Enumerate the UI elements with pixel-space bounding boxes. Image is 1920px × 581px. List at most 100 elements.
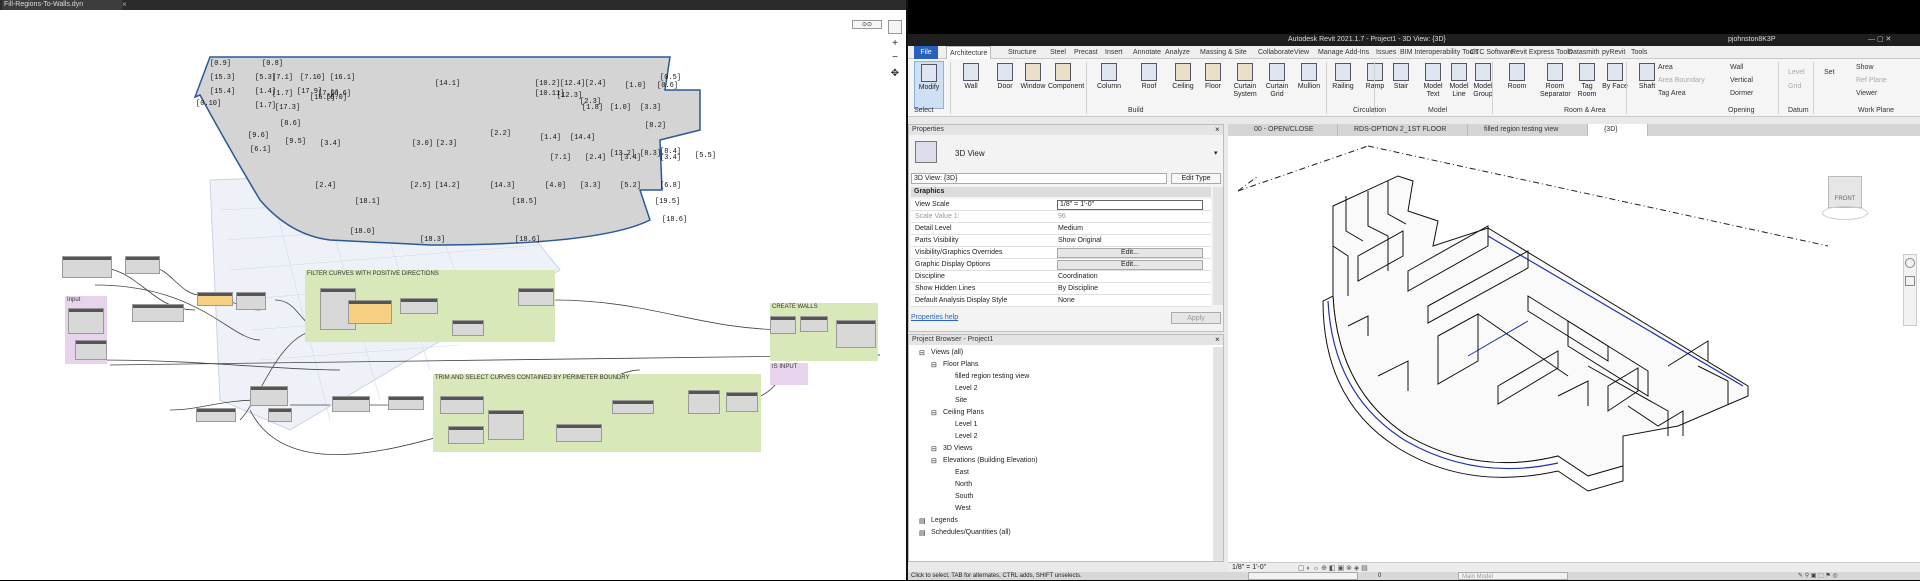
user-name[interactable]: pjohnston8K3P xyxy=(1728,34,1775,46)
ribbon-small-button[interactable]: Viewer xyxy=(1856,90,1877,97)
ribbon-button[interactable]: Floor xyxy=(1198,61,1228,109)
node[interactable] xyxy=(268,408,292,422)
expander-icon[interactable]: ⊟ xyxy=(931,457,937,465)
workset-dropdown[interactable] xyxy=(1248,572,1358,580)
ribbon-panel-label[interactable]: Opening xyxy=(1728,107,1754,114)
node[interactable] xyxy=(726,392,758,412)
browser-item[interactable]: Views (all) xyxy=(931,349,963,356)
ribbon-button[interactable]: Curtain Grid xyxy=(1262,61,1292,109)
file-tab[interactable]: File xyxy=(914,46,938,59)
ribbon-button[interactable]: Tag Room xyxy=(1572,61,1602,109)
browser-item[interactable]: Elevations (Building Elevation) xyxy=(943,457,1038,464)
menu-tab[interactable]: Tools xyxy=(1631,46,1647,59)
browser-item[interactable]: Ceiling Plans xyxy=(943,409,984,416)
menu-tab[interactable]: View xyxy=(1294,46,1309,59)
ribbon-small-button[interactable]: Grid xyxy=(1788,83,1801,90)
node[interactable] xyxy=(836,320,876,348)
property-value[interactable]: Edit... xyxy=(1057,248,1203,258)
fit-view-button[interactable] xyxy=(888,20,902,34)
node[interactable] xyxy=(400,298,438,314)
node[interactable] xyxy=(62,256,112,278)
ribbon-button[interactable]: Door xyxy=(990,61,1020,109)
node[interactable] xyxy=(770,316,796,334)
apply-button[interactable]: Apply xyxy=(1171,312,1221,324)
node[interactable] xyxy=(612,400,654,414)
ribbon-small-button[interactable]: Area Boundary xyxy=(1658,77,1705,84)
node[interactable] xyxy=(132,304,184,322)
property-row[interactable]: Visibility/Graphics Overrides Edit... xyxy=(911,247,1211,259)
property-value[interactable]: Edit... xyxy=(1057,260,1203,270)
view-control-icons[interactable]: ▢ ◐ ☼ ⊕ ◧ ▣ ⊗ ◈ ▤ xyxy=(1298,564,1368,572)
node[interactable] xyxy=(388,396,424,410)
node[interactable] xyxy=(440,396,484,414)
menu-tab[interactable]: Massing & Site xyxy=(1200,46,1247,59)
property-row[interactable]: Parts Visibility Show Original xyxy=(911,235,1211,247)
menu-tab[interactable]: Analyze xyxy=(1165,46,1190,59)
menu-tab[interactable]: Issues xyxy=(1376,46,1396,59)
expander-icon[interactable]: ⊟ xyxy=(931,445,937,453)
node[interactable] xyxy=(688,390,720,414)
menu-tab[interactable]: Insert xyxy=(1105,46,1123,59)
ribbon-panel-label[interactable]: Room & Area xyxy=(1564,107,1606,114)
node[interactable] xyxy=(556,424,602,442)
browser-item[interactable]: Level 2 xyxy=(955,433,978,440)
menu-tab[interactable]: Precast xyxy=(1074,46,1098,59)
window-controls-icon[interactable]: — ▢ ✕ xyxy=(1868,34,1891,46)
ribbon-button[interactable]: Room Separator xyxy=(1540,61,1571,109)
chevron-down-icon[interactable]: ▾ xyxy=(1214,149,1218,157)
node[interactable] xyxy=(197,292,233,306)
menu-tab[interactable]: Add-Ins xyxy=(1345,46,1369,59)
dynamo-file-tab[interactable]: Fill-Regions-To-Walls.dyn xyxy=(2,0,122,10)
node[interactable] xyxy=(348,300,392,324)
browser-item[interactable]: 3D Views xyxy=(943,445,972,452)
edit-type-button[interactable]: Edit Type xyxy=(1171,173,1221,184)
node[interactable] xyxy=(68,308,104,334)
ribbon-button[interactable]: Model Group xyxy=(1468,61,1498,109)
property-row[interactable]: Detail Level Medium xyxy=(911,223,1211,235)
graphics-section[interactable]: Graphics xyxy=(911,187,1211,197)
ribbon-small-button[interactable]: Show xyxy=(1856,64,1874,71)
ribbon-button[interactable]: Column xyxy=(1094,61,1124,109)
browser-item[interactable]: East xyxy=(955,469,969,476)
dynamo-workspace[interactable]: Fill-Regions-To-Walls.dyn × [0.9] [0.8] … xyxy=(0,0,906,580)
view-tab[interactable]: filled region testing view xyxy=(1468,124,1588,136)
group-is-input[interactable]: IS INPUT xyxy=(770,363,808,385)
ribbon-panel-label[interactable]: Build xyxy=(1128,107,1144,114)
ribbon-panel-label[interactable]: Circulation xyxy=(1353,107,1386,114)
node[interactable] xyxy=(125,256,160,274)
view-selector[interactable]: 3D View: {3D} xyxy=(911,173,1167,184)
browser-item[interactable]: Site xyxy=(955,397,967,404)
ribbon-panel-label[interactable]: Datum xyxy=(1788,107,1809,114)
menu-tab[interactable]: Architecture xyxy=(946,46,992,59)
pan-button[interactable]: ✥ xyxy=(888,68,902,80)
zoom-icon[interactable] xyxy=(1905,276,1915,286)
browser-item[interactable]: South xyxy=(955,493,973,500)
ribbon-button[interactable]: Ceiling xyxy=(1168,61,1198,109)
ribbon-button[interactable]: Room xyxy=(1502,61,1532,109)
view-tab[interactable]: {3D} xyxy=(1588,124,1648,136)
browser-item[interactable]: filled region testing view xyxy=(955,373,1029,380)
view-toggle-icon[interactable]: ⊙⊙ xyxy=(852,20,882,29)
main-model-dropdown[interactable]: Main Model xyxy=(1458,572,1568,580)
properties-scrollbar[interactable] xyxy=(1213,187,1223,305)
property-row[interactable]: Default Analysis Display Style None xyxy=(911,295,1211,307)
ribbon-small-button[interactable]: Wall xyxy=(1730,64,1743,71)
menu-tab[interactable]: CTC Software xyxy=(1470,46,1514,59)
ribbon-small-button[interactable]: Vertical xyxy=(1730,77,1753,84)
view-tab[interactable]: 00 - OPEN/CLOSE xyxy=(1238,124,1338,136)
node[interactable] xyxy=(488,410,524,440)
menu-tab[interactable]: Structure xyxy=(1008,46,1036,59)
view-tab[interactable]: RDS-OPTION 2_1ST FLOOR xyxy=(1338,124,1468,136)
node[interactable] xyxy=(250,386,288,406)
selection-icons[interactable]: ✎ ⚲ ▣ ⬚ ⚑ ◎ xyxy=(1798,572,1838,580)
select-panel-label[interactable]: Select xyxy=(914,107,933,114)
node[interactable] xyxy=(332,396,370,412)
ribbon-small-button[interactable]: Tag Area xyxy=(1658,90,1686,97)
ribbon-small-button[interactable]: Dormer xyxy=(1730,90,1753,97)
ribbon-button[interactable]: Component xyxy=(1048,61,1084,109)
ribbon-button[interactable]: Window xyxy=(1018,61,1048,109)
property-row[interactable]: Show Hidden Lines By Discipline xyxy=(911,283,1211,295)
expander-icon[interactable]: ▤ xyxy=(919,529,926,537)
ribbon-panel-label[interactable]: Work Plane xyxy=(1858,107,1894,114)
node[interactable] xyxy=(236,292,266,310)
